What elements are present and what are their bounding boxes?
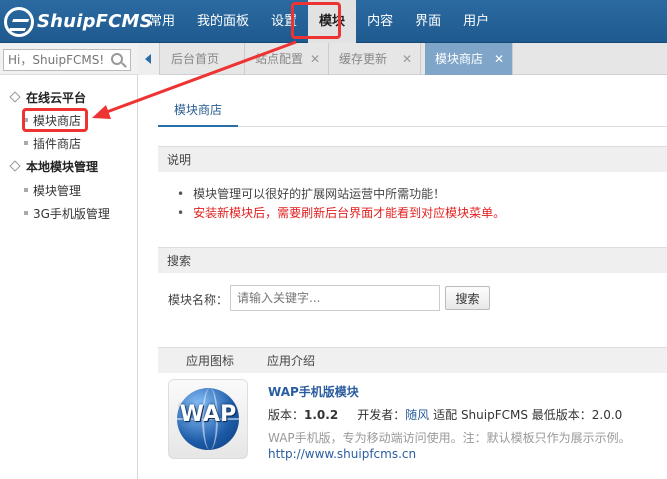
highlight-box-module-store-item: [22, 108, 88, 132]
sidebar-search: [0, 43, 138, 75]
version-value: 1.0.2: [304, 408, 339, 422]
sidebar-item-plugin-store[interactable]: 插件商店: [24, 135, 81, 152]
tab-site-config[interactable]: 站点配置 ✕: [245, 43, 329, 75]
app-meta: 版本：1.0.2 开发者：随风 适配 ShuipFCMS 最低版本：2.0.0: [268, 406, 622, 423]
sidebar-item-label: 3G手机版管理: [33, 207, 110, 221]
developer-link[interactable]: 随风: [405, 408, 429, 422]
column-header-intro: 应用介绍: [267, 354, 316, 368]
sidebar: 在线云平台 模块商店 插件商店 本地模块管理 模块管理 3G手机版管理: [0, 75, 138, 479]
search-button[interactable]: 搜索: [445, 286, 490, 310]
logo-text: ShuipFCMS: [37, 11, 153, 32]
module-name-label: 模块名称：: [168, 293, 229, 307]
main-content: 模块商店 说明 模块管理可以很好的扩展网站运营中所需功能！ 安装新模块后，需要刷…: [139, 75, 667, 479]
tab-label: 缓存更新: [339, 52, 388, 66]
tab-home[interactable]: 后台首页: [161, 43, 245, 75]
tab-cache-update[interactable]: 缓存更新 ✕: [329, 43, 421, 75]
table-header: 应用图标 应用介绍: [158, 347, 667, 373]
notice-warning-line: 安装新模块后，需要刷新后台界面才能看到对应模块菜单。: [177, 204, 505, 221]
sidebar-item-label: 模块管理: [33, 184, 82, 198]
sidebar-group-title: 在线云平台: [26, 91, 87, 105]
tab-label: 后台首页: [171, 52, 220, 66]
subtab-module-store[interactable]: 模块商店: [158, 99, 239, 127]
column-header-icon: 应用图标: [186, 354, 235, 368]
nav-item-users[interactable]: 用户: [452, 0, 500, 43]
sidebar-group-title: 本地模块管理: [26, 160, 99, 174]
logo-icon: [4, 6, 34, 37]
notice-section-title: 说明: [158, 146, 667, 172]
close-icon[interactable]: ✕: [402, 43, 412, 75]
tab-label: 站点配置: [255, 52, 304, 66]
sidebar-item-mobile-manage[interactable]: 3G手机版管理: [24, 205, 110, 222]
compat-text: 适配 ShuipFCMS 最低版本：2.0.0: [433, 408, 623, 422]
tab-strip: 后台首页 站点配置 ✕ 缓存更新 ✕ 模块商店 ✕: [138, 43, 667, 75]
search-icon[interactable]: [111, 53, 123, 65]
sidebar-group-cloud[interactable]: 在线云平台: [12, 89, 86, 106]
sub-tabs: 模块商店: [158, 99, 667, 127]
tab-scroll-left-icon[interactable]: [138, 43, 160, 75]
tab-module-store[interactable]: 模块商店 ✕: [425, 43, 513, 75]
close-icon[interactable]: ✕: [310, 43, 320, 75]
version-label: 版本：: [268, 408, 305, 422]
nav-item-my-panel[interactable]: 我的面板: [186, 0, 260, 43]
highlight-box-modules-nav: [291, 2, 341, 39]
nav-item-common[interactable]: 常用: [138, 0, 186, 43]
app-icon-label: WAP: [179, 402, 237, 427]
app-title-link[interactable]: WAP手机版模块: [268, 383, 359, 400]
sidebar-item-module-manage[interactable]: 模块管理: [24, 182, 81, 199]
sidebar-item-label: 插件商店: [33, 137, 82, 151]
nav-item-content[interactable]: 内容: [356, 0, 404, 43]
tab-label: 模块商店: [435, 52, 484, 66]
search-section-title: 搜索: [158, 247, 667, 273]
notice-line: 模块管理可以很好的扩展网站运营中所需功能！: [177, 185, 445, 202]
module-search-input[interactable]: [230, 285, 440, 311]
developer-label: 开发者：: [357, 408, 406, 422]
app-url-link[interactable]: http://www.shuipfcms.cn: [268, 447, 416, 461]
logo[interactable]: ShuipFCMS: [4, 6, 153, 37]
nav-item-interface[interactable]: 界面: [404, 0, 452, 43]
sidebar-group-local[interactable]: 本地模块管理: [12, 158, 98, 175]
app-description: WAP手机版，专为移动端访问使用。注：默认模板只作为展示示例。: [268, 431, 631, 445]
close-icon[interactable]: ✕: [494, 43, 504, 75]
wap-globe-icon[interactable]: WAP: [168, 379, 248, 459]
